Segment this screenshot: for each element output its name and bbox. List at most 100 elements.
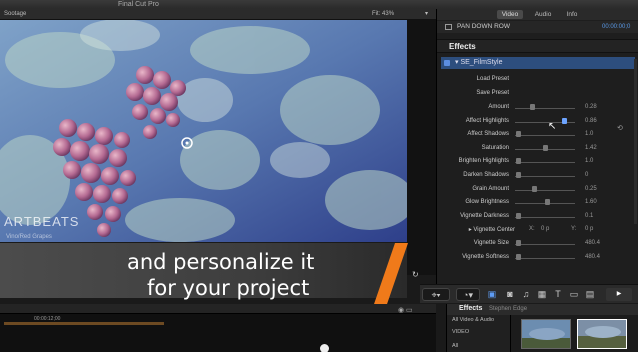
browser-header: Effects Stephen Edge: [447, 304, 638, 315]
tools-icon[interactable]: ⌖▾: [422, 288, 450, 301]
camera-icon[interactable]: ◙: [504, 288, 516, 301]
timeline[interactable]: ◉ ▭ 00:00:12;00: [0, 304, 436, 352]
param-row: Brighten Highlights 1.0: [437, 155, 638, 168]
param-value[interactable]: 0.25: [585, 186, 597, 192]
vignette-center-label: ▸ Vignette Center: [468, 227, 515, 234]
load-preset-button[interactable]: Load Preset: [477, 76, 509, 82]
param-slider-knob[interactable]: [516, 158, 522, 165]
rotate-icon[interactable]: ↻: [412, 270, 419, 279]
param-slider-knob[interactable]: [545, 199, 551, 206]
save-preset-button[interactable]: Save Preset: [476, 90, 509, 96]
effect-thumbnail[interactable]: [521, 319, 571, 349]
param-value[interactable]: 1.60: [585, 199, 597, 205]
caption-line-2: for your project: [147, 276, 310, 300]
param-value[interactable]: 1.0: [585, 158, 593, 164]
title-bar: Final Cut Pro: [0, 0, 638, 9]
effect-label: ▾ SE_FilmStyle: [455, 59, 503, 66]
list-item[interactable]: All Video & Audio: [452, 317, 494, 323]
timeline-view-icons[interactable]: ◉ ▭: [398, 306, 413, 314]
param-name: Vignette Darkness: [460, 212, 509, 219]
param-value[interactable]: 1.0: [585, 131, 593, 137]
effect-row[interactable]: ▾ SE_FilmStyle: [441, 57, 635, 69]
load-preset-row[interactable]: Load Preset: [437, 73, 638, 86]
effect-enable-checkbox[interactable]: [444, 60, 450, 66]
video-viewer[interactable]: [0, 20, 407, 242]
viewer-side-panel: ↻: [407, 20, 436, 279]
param-row: Glow Brightness 1.60: [437, 196, 638, 209]
orange-accent: [373, 243, 408, 307]
param-name: Saturation: [481, 144, 509, 151]
param-slider-knob[interactable]: [562, 117, 568, 124]
x-label: X:: [529, 226, 535, 233]
text-icon[interactable]: T: [552, 288, 564, 301]
param-row: Darken Shadows 0: [437, 169, 638, 182]
vignette-center-name: Vignette Center: [473, 227, 515, 234]
param-row: Saturation 1.42: [437, 142, 638, 155]
tab-video[interactable]: Video: [497, 10, 523, 19]
param-value[interactable]: 0.28: [585, 104, 597, 110]
list-item[interactable]: VIDEO: [452, 329, 469, 335]
effect-thumbnail-selected[interactable]: [577, 319, 627, 349]
music-icon[interactable]: ♫: [520, 288, 532, 301]
param-slider-track[interactable]: [515, 216, 575, 218]
save-preset-row[interactable]: Save Preset: [437, 87, 638, 100]
param-name: Affect Shadows: [467, 131, 509, 138]
list-item[interactable]: All: [452, 343, 458, 349]
film-icon[interactable]: ▦: [536, 288, 548, 301]
chevron-down-icon[interactable]: ▾: [425, 9, 428, 20]
x-value[interactable]: 0 p: [541, 226, 549, 232]
param-value[interactable]: 0: [585, 172, 588, 178]
param-value[interactable]: 480.4: [585, 240, 600, 246]
zoom-value: 43%: [382, 11, 395, 17]
clip-timecode: 00:00:00;0: [602, 24, 631, 30]
tab-info[interactable]: Info: [563, 10, 581, 19]
zoom-control[interactable]: Fit: 43%: [372, 9, 394, 20]
param-slider-knob[interactable]: [516, 172, 522, 178]
param-value[interactable]: 1.42: [585, 145, 597, 151]
param-slider-knob[interactable]: [516, 212, 522, 219]
param-value[interactable]: 0.1: [585, 213, 593, 219]
param-slider-knob[interactable]: [530, 104, 536, 110]
param-slider-track[interactable]: [515, 244, 575, 245]
param-slider-knob[interactable]: [531, 185, 537, 192]
param-slider-knob[interactable]: [542, 144, 548, 151]
watermark-logo: ARTBEATS: [4, 214, 80, 229]
param-row: Affect Shadows 1.0: [437, 128, 638, 141]
param-value[interactable]: 0.86: [585, 118, 597, 124]
param-name: Darken Shadows: [463, 172, 509, 178]
window-title: Final Cut Pro: [118, 1, 159, 8]
browser-tab-effects[interactable]: Effects: [459, 305, 482, 312]
playhead-indicator[interactable]: [320, 344, 329, 352]
param-name: Affect Highlights: [465, 117, 509, 124]
caption-line-1: and personalize it: [127, 250, 315, 274]
param-value[interactable]: 480.4: [585, 254, 600, 260]
param-slider-track[interactable]: [515, 257, 575, 259]
viewer-header: Sootage Fit: 43% ▾: [0, 9, 436, 20]
param-slider-track[interactable]: [515, 108, 575, 109]
youtube-icon[interactable]: ▶: [606, 288, 632, 301]
param-row: Vignette Darkness 0.1: [437, 210, 638, 223]
param-row: Affect Highlights 0.86: [437, 115, 638, 128]
param-name: Vignette Size: [473, 240, 509, 246]
final-cut-pro-window: Final Cut Pro Sootage Fit: 43% ▾ ARTBEAT…: [0, 0, 638, 352]
tab-audio[interactable]: Audio: [531, 10, 555, 19]
inspector-scrollbar[interactable]: [634, 59, 637, 224]
y-value[interactable]: 0 p: [585, 226, 593, 232]
param-slider-track[interactable]: [515, 162, 575, 164]
timeline-clip[interactable]: [4, 322, 164, 325]
param-slider-knob[interactable]: [516, 253, 522, 260]
param-slider-knob[interactable]: [516, 240, 522, 246]
effects-section-header[interactable]: Effects: [437, 39, 638, 53]
transitions-icon[interactable]: ▣: [486, 288, 498, 301]
themes-icon[interactable]: ▤: [584, 288, 596, 301]
param-slider-knob[interactable]: [516, 131, 522, 138]
param-slider-track[interactable]: [515, 189, 575, 191]
retime-icon[interactable]: ◔▾: [456, 288, 480, 301]
effects-browser: Effects Stephen Edge All Video & Audio V…: [446, 304, 638, 352]
param-slider-track[interactable]: [515, 135, 575, 137]
toolbar: ⌖▾ ◔▾ ▣ ◙ ♫ ▦ T ▭ ▤ ▶: [420, 284, 638, 303]
reset-icon[interactable]: ⟲: [617, 124, 623, 132]
generators-icon[interactable]: ▭: [568, 288, 580, 301]
param-slider-track[interactable]: [515, 176, 575, 177]
browser-category-list: All Video & Audio VIDEO All: [447, 315, 511, 352]
